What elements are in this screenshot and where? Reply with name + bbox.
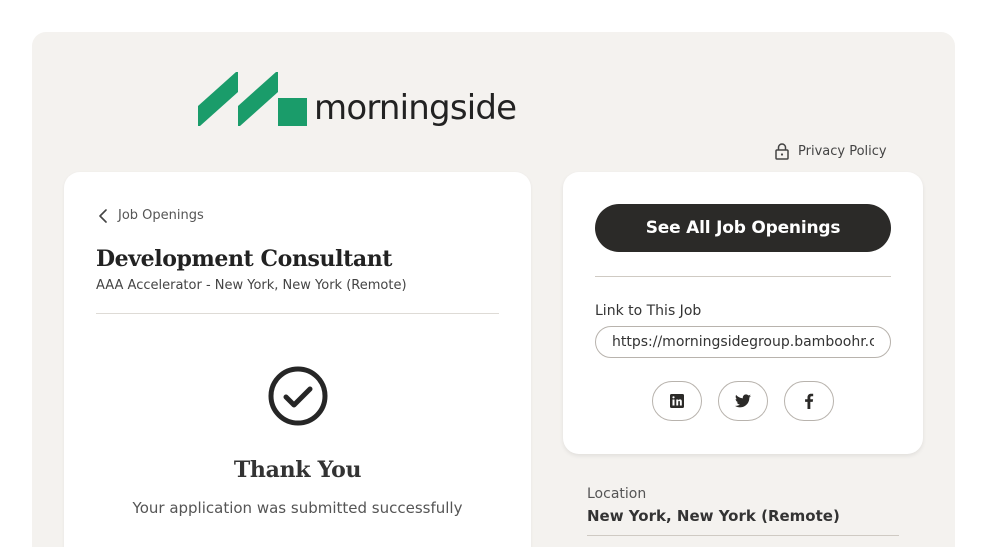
job-title: Development Consultant bbox=[96, 246, 393, 272]
linkedin-icon bbox=[670, 394, 684, 408]
lock-icon bbox=[775, 143, 789, 160]
logo-wordmark: morningside bbox=[314, 88, 517, 128]
divider bbox=[96, 313, 499, 314]
confirmation-message: Your application was submitted successfu… bbox=[132, 499, 463, 517]
logo-mark-icon bbox=[198, 72, 307, 126]
share-facebook-button[interactable] bbox=[784, 381, 834, 421]
back-link-label: Job Openings bbox=[118, 208, 204, 223]
job-link-field[interactable] bbox=[595, 326, 891, 358]
job-subtitle: AAA Accelerator - New York, New York (Re… bbox=[96, 278, 407, 293]
back-to-job-openings-link[interactable]: Job Openings bbox=[98, 208, 204, 223]
share-twitter-button[interactable] bbox=[718, 381, 768, 421]
job-share-card: See All Job Openings Link to This Job bbox=[563, 172, 923, 454]
share-linkedin-button[interactable] bbox=[652, 381, 702, 421]
success-check-icon bbox=[267, 365, 329, 427]
location-label: Location bbox=[587, 486, 647, 502]
twitter-icon bbox=[735, 394, 751, 408]
privacy-policy-link[interactable]: Privacy Policy bbox=[774, 141, 887, 161]
privacy-policy-label: Privacy Policy bbox=[798, 143, 887, 159]
job-application-card: Job Openings Development Consultant AAA … bbox=[64, 172, 531, 547]
confirmation-title: Thank You bbox=[233, 457, 362, 483]
see-all-job-openings-button[interactable]: See All Job Openings bbox=[595, 204, 891, 252]
chevron-left-icon bbox=[99, 208, 107, 223]
divider bbox=[587, 535, 899, 536]
link-to-job-label: Link to This Job bbox=[595, 303, 702, 319]
facebook-icon bbox=[805, 393, 814, 409]
company-logo[interactable]: morningside bbox=[198, 72, 538, 134]
location-value: New York, New York (Remote) bbox=[587, 507, 840, 525]
divider bbox=[595, 276, 891, 277]
